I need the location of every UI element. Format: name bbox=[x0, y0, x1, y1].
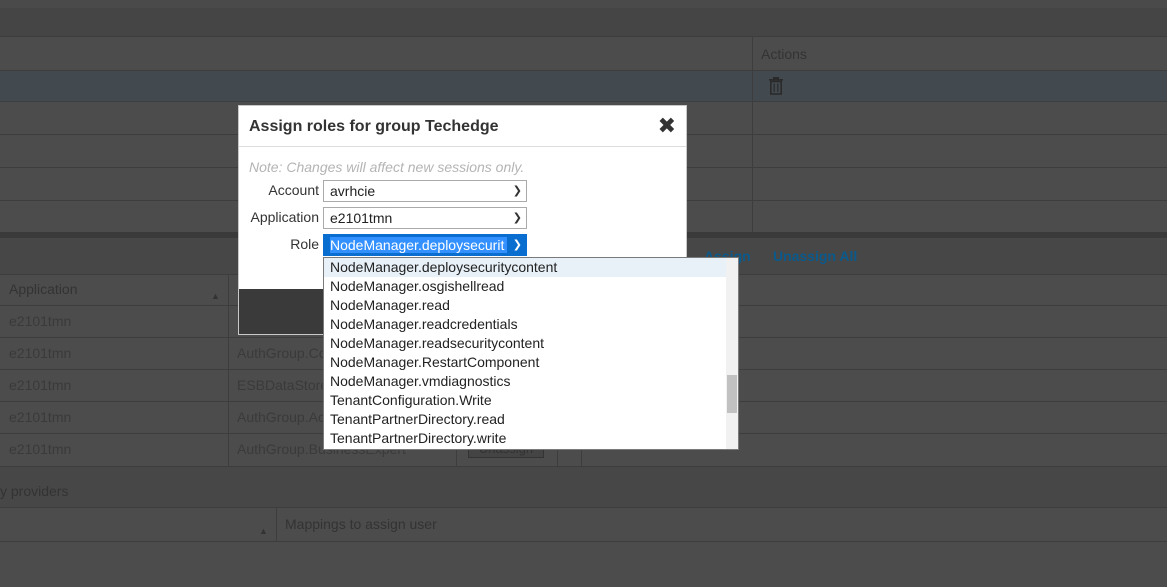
role-select-value: NodeManager.deploysecurit bbox=[330, 237, 507, 253]
providers-label: y providers bbox=[0, 483, 69, 499]
selected-row[interactable] bbox=[0, 71, 1167, 101]
role-option[interactable]: NodeManager.RestartComponent bbox=[324, 353, 726, 372]
role-option[interactable]: NodeManager.vmdiagnostics bbox=[324, 372, 726, 391]
role-option[interactable]: NodeManager.deploysecuritycontent bbox=[324, 258, 726, 277]
role-option[interactable]: NodeManager.read bbox=[324, 296, 726, 315]
role-option[interactable]: TenantPartnerDirectory.read bbox=[324, 410, 726, 429]
sort-icon[interactable]: ▲ bbox=[259, 526, 268, 536]
role-option[interactable]: NodeManager.osgishellread bbox=[324, 277, 726, 296]
mappings-column-header[interactable]: Mappings to assign user bbox=[285, 516, 437, 532]
session-note: Note: Changes will affect new sessions o… bbox=[249, 159, 525, 175]
application-column-header[interactable]: Application bbox=[9, 281, 78, 297]
close-icon[interactable]: ✖ bbox=[658, 115, 676, 137]
scrollbar-thumb[interactable] bbox=[727, 375, 737, 413]
account-select[interactable]: avrhcie ❯ bbox=[323, 180, 527, 202]
application-select[interactable]: e2101tmn ❯ bbox=[323, 207, 527, 229]
role-option[interactable]: TenantPartnerDirectory.write bbox=[324, 429, 726, 448]
unassign-all-link[interactable]: Unassign All bbox=[773, 248, 857, 264]
dialog-title: Assign roles for group Techedge bbox=[249, 118, 499, 135]
account-label: Account bbox=[268, 182, 319, 198]
actions-header: Actions bbox=[761, 46, 807, 62]
role-option[interactable]: NodeManager.readsecuritycontent bbox=[324, 334, 726, 353]
trash-icon[interactable] bbox=[768, 77, 784, 98]
role-select[interactable]: NodeManager.deploysecurit ❯ bbox=[323, 234, 527, 256]
sort-icon[interactable]: ▲ bbox=[211, 291, 220, 301]
role-option[interactable]: TenantConfiguration.Write bbox=[324, 391, 726, 410]
chevron-down-icon: ❯ bbox=[512, 212, 522, 224]
role-dropdown-list[interactable]: NodeManager.deploysecuritycontent NodeMa… bbox=[323, 257, 739, 450]
providers-toolbar bbox=[0, 467, 1167, 507]
role-option[interactable]: NodeManager.readcredentials bbox=[324, 315, 726, 334]
chevron-down-icon: ❯ bbox=[512, 185, 522, 197]
top-toolbar bbox=[0, 8, 1167, 36]
top-band bbox=[0, 0, 1167, 8]
chevron-down-icon: ❯ bbox=[512, 239, 522, 251]
role-label: Role bbox=[290, 236, 319, 252]
application-label: Application bbox=[250, 209, 320, 225]
dropdown-scrollbar[interactable] bbox=[726, 258, 738, 449]
